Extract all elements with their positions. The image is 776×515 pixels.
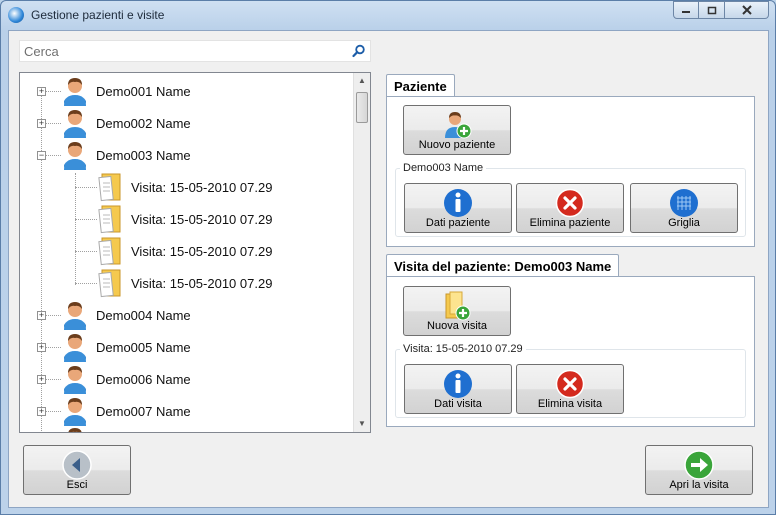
- scroll-up-arrow[interactable]: ▲: [354, 73, 370, 89]
- expand-icon[interactable]: +: [37, 119, 46, 128]
- visit-folder-icon: [98, 237, 121, 266]
- tree-item-patient[interactable]: + Demo006 Name: [20, 363, 350, 395]
- selected-patient-group: Demo003 Name Dati paziente Elimina pazie…: [395, 162, 746, 237]
- patient-icon: [64, 302, 86, 330]
- expand-icon[interactable]: +: [37, 407, 46, 416]
- new-visit-button[interactable]: Nuova visita: [403, 286, 511, 336]
- grid-label: Griglia: [668, 217, 700, 229]
- patient-tree[interactable]: + Demo001 Name + Demo002 Name − Demo003 …: [19, 72, 371, 433]
- tree-item-patient[interactable]: + Demo007 Name: [20, 395, 350, 427]
- delete-patient-label: Elimina paziente: [529, 217, 611, 229]
- tree-item-visit[interactable]: Visita: 15-05-2010 07.29: [20, 235, 350, 267]
- tree-item-patient[interactable]: + Demo004 Name: [20, 299, 350, 331]
- delete-icon: [555, 188, 585, 218]
- minimize-button[interactable]: [673, 1, 699, 19]
- patient-icon: [64, 366, 86, 394]
- grid-icon: [670, 189, 698, 217]
- tree-item-patient[interactable]: + Demo005 Name: [20, 331, 350, 363]
- title-bar: Gestione pazienti e visite: [1, 1, 775, 29]
- maximize-icon: [707, 6, 716, 14]
- tree-item-visit[interactable]: Visita: 15-05-2010 07.29: [20, 203, 350, 235]
- maximize-button[interactable]: [699, 1, 725, 19]
- visit-folder-icon: [98, 205, 121, 234]
- tree-item-visit[interactable]: Visita: 15-05-2010 07.29: [20, 171, 350, 203]
- visit-folder-icon: [98, 269, 121, 298]
- tab-paziente[interactable]: Paziente: [386, 74, 455, 98]
- visit-label: Visita: 15-05-2010 07.29: [131, 211, 273, 227]
- back-arrow-icon: [62, 450, 92, 480]
- selected-patient-label: Demo003 Name: [400, 162, 487, 174]
- exit-button[interactable]: Esci: [23, 445, 131, 495]
- open-visit-button[interactable]: Apri la visita: [645, 445, 753, 495]
- window-title: Gestione pazienti e visite: [31, 8, 165, 22]
- patient-data-label: Dati paziente: [425, 217, 491, 229]
- expand-icon[interactable]: +: [37, 375, 46, 384]
- new-visit-label: Nuova visita: [427, 320, 487, 332]
- patient-icon: [64, 334, 86, 362]
- close-icon: [741, 5, 752, 15]
- expand-icon[interactable]: +: [37, 87, 46, 96]
- visit-data-label: Dati visita: [434, 398, 482, 410]
- patient-data-button[interactable]: Dati paziente: [404, 183, 512, 233]
- open-visit-label: Apri la visita: [669, 479, 729, 491]
- tree-scrollbar[interactable]: ▲ ▼: [353, 73, 370, 432]
- visit-panel: Nuova visita Visita: 15-05-2010 07.29 Da…: [386, 276, 755, 427]
- add-folder-icon: [445, 291, 471, 321]
- search-input[interactable]: [22, 43, 342, 59]
- visit-label: Visita: 15-05-2010 07.29: [131, 275, 273, 291]
- search-icon[interactable]: [352, 44, 366, 58]
- visit-label: Visita: 15-05-2010 07.29: [131, 179, 273, 195]
- patient-name: Demo002 Name: [96, 115, 191, 131]
- delete-patient-button[interactable]: Elimina paziente: [516, 183, 624, 233]
- tree-item-visit[interactable]: Visita: 15-05-2010 07.29: [20, 267, 350, 299]
- grid-button[interactable]: Griglia: [630, 183, 738, 233]
- tree-item-patient[interactable]: + Demo001 Name: [20, 75, 350, 107]
- tree-item-patient-selected[interactable]: − Demo003 Name: [20, 139, 350, 171]
- patient-name: Demo001 Name: [96, 83, 191, 99]
- forward-arrow-icon: [684, 450, 714, 480]
- patient-name: Demo007 Name: [96, 403, 191, 419]
- selected-visit-group: Visita: 15-05-2010 07.29 Dati visita Eli…: [395, 343, 746, 418]
- close-button[interactable]: [725, 1, 769, 19]
- search-box[interactable]: [19, 40, 371, 62]
- visit-label: Visita: 15-05-2010 07.29: [131, 243, 273, 259]
- patient-icon: [64, 398, 86, 426]
- patient-panel: Nuovo paziente Demo003 Name Dati pazient…: [386, 96, 755, 247]
- expand-icon[interactable]: +: [37, 343, 46, 352]
- expand-icon[interactable]: +: [37, 311, 46, 320]
- tree-item-patient[interactable]: + Demo002 Name: [20, 107, 350, 139]
- client-area: + Demo001 Name + Demo002 Name −: [8, 30, 769, 508]
- person-info-icon: [444, 370, 472, 398]
- app-icon: [8, 7, 24, 23]
- exit-label: Esci: [66, 479, 88, 491]
- patient-name: Demo003 Name: [96, 147, 191, 163]
- new-patient-button[interactable]: Nuovo paziente: [403, 105, 511, 155]
- patient-icon: [68, 428, 82, 432]
- scroll-down-arrow[interactable]: ▼: [354, 416, 370, 432]
- main-window: Gestione pazienti e visite Cerca + Demo0…: [0, 0, 776, 515]
- tab-visita[interactable]: Visita del paziente: Demo003 Name: [386, 254, 620, 278]
- new-patient-label: Nuovo paziente: [418, 139, 496, 151]
- visit-data-button[interactable]: Dati visita: [404, 364, 512, 414]
- person-info-icon: [444, 189, 472, 217]
- add-user-icon: [445, 112, 472, 139]
- patient-icon: [64, 110, 86, 138]
- patient-name: Demo005 Name: [96, 339, 191, 355]
- delete-visit-label: Elimina visita: [537, 398, 603, 410]
- patient-name: Demo004 Name: [96, 307, 191, 323]
- patient-icon: [64, 78, 86, 106]
- collapse-icon[interactable]: −: [37, 151, 46, 160]
- patient-name: Demo006 Name: [96, 371, 191, 387]
- delete-visit-button[interactable]: Elimina visita: [516, 364, 624, 414]
- scroll-thumb[interactable]: [356, 92, 368, 123]
- patient-icon: [64, 142, 86, 170]
- selected-visit-label: Visita: 15-05-2010 07.29: [400, 343, 526, 355]
- minimize-icon: [682, 11, 690, 13]
- delete-icon: [555, 369, 585, 399]
- visit-folder-icon: [98, 173, 121, 202]
